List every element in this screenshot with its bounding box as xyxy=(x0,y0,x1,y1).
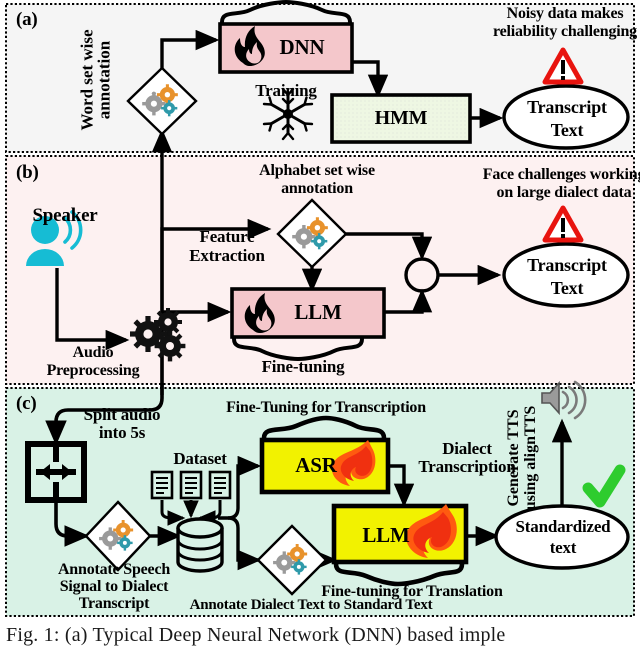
dnn-label: DNN xyxy=(279,35,325,59)
transcript-text-a-label: Transcript Text xyxy=(527,97,607,140)
transcript-text-b-label: Transcript Text xyxy=(527,255,607,298)
audio-preprocessing-label: Audio Preprocessing xyxy=(46,344,140,379)
word-set-annotation-label: Word set wise annotation xyxy=(77,29,114,131)
llm-c-label: LLM xyxy=(362,523,410,547)
panel-b-tag: (b) xyxy=(16,162,39,183)
dataset-label: Dataset xyxy=(173,449,227,468)
fine-tuning-translation-label: Fine-tuning for Translation xyxy=(321,583,503,600)
split-audio-label: Split audio into 5s xyxy=(83,405,161,443)
noisy-data-warning-label: Noisy data makes reliability challenging xyxy=(492,5,637,40)
llm-b-label: LLM xyxy=(294,300,342,324)
panel-a-tag: (a) xyxy=(16,9,38,30)
hmm-label: HMM xyxy=(374,107,428,129)
asr-label: ASR xyxy=(295,453,337,477)
figure-container: (a) (b) (c) Word set wise annotation Tra… xyxy=(0,0,640,647)
feature-extraction-label: Feature Extraction xyxy=(189,227,265,265)
speaker-label: Speaker xyxy=(32,205,98,226)
fine-tuning-transcription-label: Fine-Tuning for Transcription xyxy=(226,399,426,416)
documents-icon xyxy=(150,470,232,500)
panel-c-tag: (c) xyxy=(16,393,37,414)
dialect-data-warning-label: Face challenges working on large dialect… xyxy=(482,166,640,201)
figure-caption: Fig. 1: (a) Typical Deep Neural Network … xyxy=(6,624,506,646)
alphabet-annotation-label: Alphabet set wise annotation xyxy=(259,162,375,197)
generate-tts-label: Generate TTS using alignTTS xyxy=(505,405,539,511)
fine-tuning-b-label: Fine-tuning xyxy=(261,357,345,376)
standardized-text-label: Standardized text xyxy=(515,517,611,557)
training-label: Training xyxy=(255,81,317,100)
